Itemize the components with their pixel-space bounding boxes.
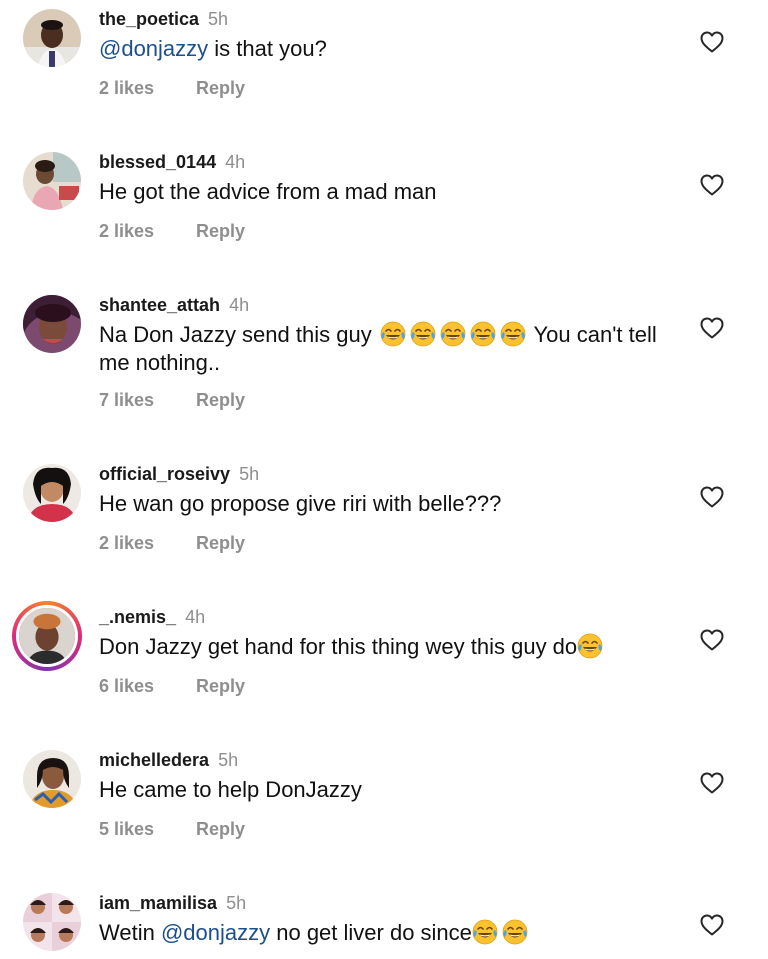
comment-text: @donjazzy is that you? — [99, 35, 689, 63]
heart-outline-icon[interactable] — [700, 31, 724, 53]
username[interactable]: blessed_0144 — [99, 152, 216, 172]
comment-meta: 5 likes Reply — [99, 818, 245, 840]
username[interactable]: _.nemis_ — [99, 607, 176, 627]
likes-count[interactable]: 2 likes — [99, 221, 154, 241]
heart-outline-icon[interactable] — [700, 317, 724, 339]
comment-header: official_roseivy 5h — [99, 463, 259, 485]
comment-text: Don Jazzy get hand for this thing wey th… — [99, 633, 689, 661]
heart-outline-icon[interactable] — [700, 629, 724, 651]
comment-text: He wan go propose give riri with belle??… — [99, 491, 502, 516]
comment-header: shantee_attah 4h — [99, 294, 249, 316]
timestamp: 4h — [185, 607, 206, 627]
comment-text-body: Wetin — [99, 920, 161, 945]
face-with-tears-of-joy-emoji — [380, 321, 406, 347]
comment-text-body: no get liver do since — [270, 920, 472, 945]
comment-text: Wetin @donjazzy no get liver do since — [99, 919, 689, 947]
comment-text-body: Don Jazzy get hand for this thing wey th… — [99, 634, 578, 659]
username[interactable]: official_roseivy — [99, 464, 230, 484]
comment-text-body: Na Don Jazzy send this guy — [99, 322, 378, 347]
face-with-tears-of-joy-emoji — [472, 919, 498, 945]
heart-outline-icon[interactable] — [700, 772, 724, 794]
heart-outline-icon[interactable] — [700, 174, 724, 196]
timestamp: 4h — [225, 152, 246, 172]
avatar[interactable] — [23, 464, 81, 522]
comment-text: He got the advice from a mad man — [99, 179, 437, 204]
comment-text-body: is that you? — [208, 36, 327, 61]
comment-header: _.nemis_ 4h — [99, 606, 205, 628]
likes-count[interactable]: 5 likes — [99, 819, 154, 839]
heart-outline-icon[interactable] — [700, 914, 724, 936]
timestamp: 5h — [218, 750, 239, 770]
avatar[interactable] — [23, 9, 81, 67]
comment-text: He came to help DonJazzy — [99, 777, 362, 802]
face-with-tears-of-joy-emoji — [410, 321, 436, 347]
comment-header: the_poetica 5h — [99, 8, 228, 30]
comment-header: iam_mamilisa 5h — [99, 892, 246, 914]
likes-count[interactable]: 7 likes — [99, 390, 154, 410]
timestamp: 5h — [239, 464, 260, 484]
comment-meta: 2 likes Reply — [99, 77, 245, 99]
comment-meta: 6 likes Reply — [99, 675, 245, 697]
timestamp: 5h — [226, 893, 247, 913]
avatar[interactable] — [23, 893, 81, 951]
timestamp: 5h — [208, 9, 229, 29]
likes-count[interactable]: 6 likes — [99, 676, 154, 696]
avatar[interactable] — [23, 295, 81, 353]
reply-button[interactable]: Reply — [196, 390, 245, 410]
face-with-tears-of-joy-emoji — [470, 321, 496, 347]
comment-text: Na Don Jazzy send this guy You can't tel… — [99, 321, 689, 377]
comment-header: blessed_0144 4h — [99, 151, 245, 173]
avatar[interactable] — [23, 152, 81, 210]
face-with-tears-of-joy-emoji — [577, 633, 603, 659]
avatar[interactable] — [23, 750, 81, 808]
comment-meta: 2 likes Reply — [99, 220, 245, 242]
reply-button[interactable]: Reply — [196, 819, 245, 839]
reply-button[interactable]: Reply — [196, 78, 245, 98]
comments-list: the_poetica 5h @donjazzy is that you? 2 … — [0, 0, 768, 959]
username[interactable]: iam_mamilisa — [99, 893, 217, 913]
mention-link[interactable]: @donjazzy — [99, 36, 208, 61]
comment-meta: 7 likes Reply — [99, 389, 245, 411]
reply-button[interactable]: Reply — [196, 676, 245, 696]
comment-header: michelledera 5h — [99, 749, 238, 771]
avatar-story-ring[interactable] — [12, 601, 82, 671]
timestamp: 4h — [229, 295, 250, 315]
likes-count[interactable]: 2 likes — [99, 533, 154, 553]
face-with-tears-of-joy-emoji — [440, 321, 466, 347]
heart-outline-icon[interactable] — [700, 486, 724, 508]
username[interactable]: shantee_attah — [99, 295, 220, 315]
mention-link[interactable]: @donjazzy — [161, 920, 270, 945]
face-with-tears-of-joy-emoji — [500, 321, 526, 347]
comment-meta: 2 likes Reply — [99, 532, 245, 554]
face-with-tears-of-joy-emoji — [502, 919, 528, 945]
username[interactable]: the_poetica — [99, 9, 199, 29]
likes-count[interactable]: 2 likes — [99, 78, 154, 98]
username[interactable]: michelledera — [99, 750, 209, 770]
reply-button[interactable]: Reply — [196, 533, 245, 553]
reply-button[interactable]: Reply — [196, 221, 245, 241]
